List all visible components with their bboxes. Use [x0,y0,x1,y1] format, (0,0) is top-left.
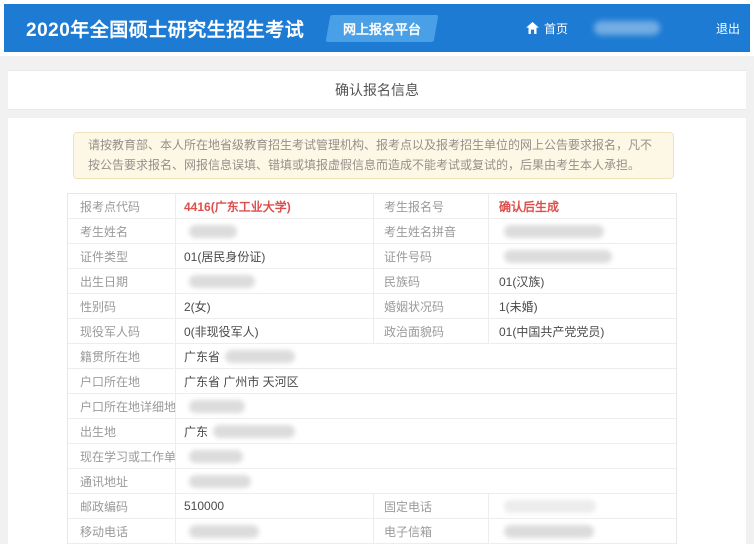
table-row: 邮政编码 510000 固定电话 [68,494,676,519]
field-label: 移动电话 [68,519,176,543]
table-row: 户口所在地 广东省 广州市 天河区 [68,369,676,394]
redacted-value [189,275,255,288]
section-titlebar: 确认报名信息 [8,70,746,110]
field-value [176,219,374,243]
field-value [489,244,676,268]
field-label: 考生姓名拼音 [374,219,489,243]
field-label: 现在学习或工作单位 [68,444,176,468]
table-row: 现在学习或工作单位 [68,444,676,469]
field-value [176,444,676,468]
platform-badge-label: 网上报名平台 [343,19,421,38]
field-label: 出生日期 [68,269,176,293]
field-label: 籍贯所在地 [68,344,176,368]
field-label: 报考点代码 [68,194,176,218]
table-row: 性别码 2(女) 婚姻状况码 1(未婚) [68,294,676,319]
registration-info-table: 报考点代码 4416(广东工业大学) 考生报名号 确认后生成 考生姓名 考生姓名… [67,193,677,544]
field-value [176,269,374,293]
table-row: 户口所在地详细地址 [68,394,676,419]
field-value: 确认后生成 [489,194,676,218]
field-value: 广东 [176,419,676,443]
home-icon [526,22,539,34]
table-row: 籍贯所在地 广东省 [68,344,676,369]
table-row: 报考点代码 4416(广东工业大学) 考生报名号 确认后生成 [68,194,676,219]
app-header: 2020年全国硕士研究生招生考试 网上报名平台 首页 退出 [4,4,750,52]
field-label: 性别码 [68,294,176,318]
field-label: 邮政编码 [68,494,176,518]
field-label: 考生报名号 [374,194,489,218]
field-label: 婚姻状况码 [374,294,489,318]
redacted-value [504,225,604,238]
field-value: 01(居民身份证) [176,244,374,268]
field-value [489,494,676,518]
table-row: 移动电话 电子信箱 [68,519,676,544]
notice-text: 请按教育部、本人所在地省级教育招生考试管理机构、报考点以及报考招生单位的网上公告… [88,138,652,172]
nav-home-label: 首页 [544,20,568,37]
field-label: 证件类型 [68,244,176,268]
page-body: 确认报名信息 请按教育部、本人所在地省级教育招生考试管理机构、报考点以及报考招生… [0,56,754,544]
field-value: 广东省 广州市 天河区 [176,369,676,393]
field-label: 民族码 [374,269,489,293]
table-row: 出生地 广东 [68,419,676,444]
redacted-value [189,475,251,488]
logout-button[interactable]: 退出 [716,20,740,37]
redacted-value [504,250,612,263]
section-title: 确认报名信息 [335,80,419,100]
redacted-value [189,225,237,238]
field-label: 户口所在地 [68,369,176,393]
nav-home-link[interactable]: 首页 [526,20,568,37]
field-label: 证件号码 [374,244,489,268]
field-value: 01(汉族) [489,269,676,293]
field-value: 01(中国共产党党员) [489,319,676,343]
field-label: 电子信箱 [374,519,489,543]
table-row: 出生日期 民族码 01(汉族) [68,269,676,294]
table-row: 通讯地址 [68,469,676,494]
redacted-value [225,350,295,363]
field-value: 1(未婚) [489,294,676,318]
redacted-value [504,525,594,538]
field-label: 户口所在地详细地址 [68,394,176,418]
header-nav: 首页 退出 [526,20,740,37]
redacted-value [189,450,243,463]
field-value [176,394,676,418]
redacted-value [189,400,245,413]
field-value: 2(女) [176,294,374,318]
table-row: 证件类型 01(居民身份证) 证件号码 [68,244,676,269]
username-redacted[interactable] [594,21,660,35]
field-value: 4416(广东工业大学) [176,194,374,218]
table-row: 现役军人码 0(非现役军人) 政治面貌码 01(中国共产党党员) [68,319,676,344]
field-label: 政治面貌码 [374,319,489,343]
field-label: 出生地 [68,419,176,443]
field-value: 510000 [176,494,374,518]
notice-box: 请按教育部、本人所在地省级教育招生考试管理机构、报考点以及报考招生单位的网上公告… [73,132,674,179]
field-label: 考生姓名 [68,219,176,243]
field-value [176,519,374,543]
platform-badge: 网上报名平台 [326,15,439,42]
field-value [489,219,676,243]
redacted-value [504,500,596,513]
field-label: 通讯地址 [68,469,176,493]
app-title: 2020年全国硕士研究生招生考试 [26,15,304,42]
field-value: 0(非现役军人) [176,319,374,343]
field-value [489,519,676,543]
field-value: 广东省 [176,344,676,368]
field-label: 固定电话 [374,494,489,518]
table-row: 考生姓名 考生姓名拼音 [68,219,676,244]
content-card: 请按教育部、本人所在地省级教育招生考试管理机构、报考点以及报考招生单位的网上公告… [8,118,746,544]
redacted-value [213,425,295,438]
field-value [176,469,676,493]
field-label: 现役军人码 [68,319,176,343]
redacted-value [189,525,259,538]
